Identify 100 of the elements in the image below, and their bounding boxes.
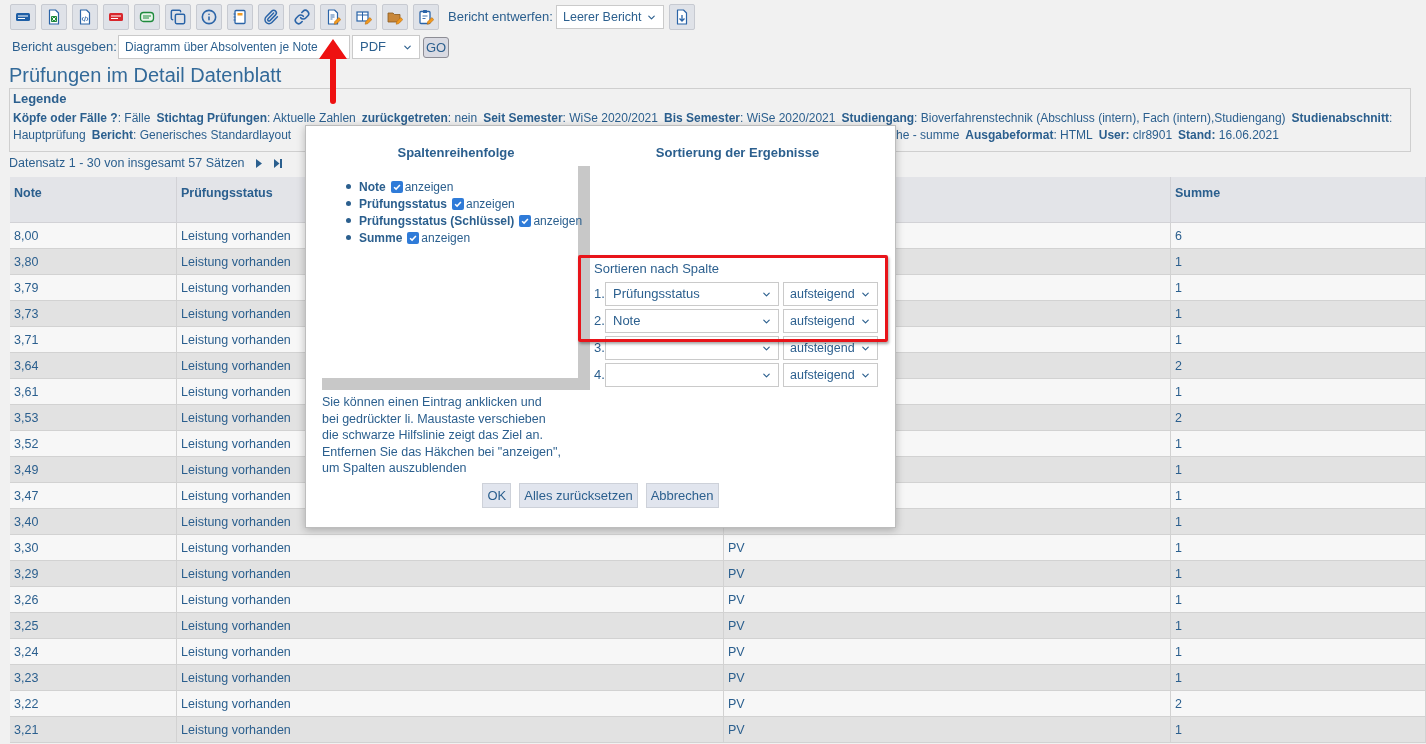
sort-column-select[interactable]: Note <box>605 309 779 333</box>
sort-order-select[interactable]: aufsteigend <box>783 309 878 333</box>
page-title: Prüfungen im Detail Datenblatt <box>9 63 282 88</box>
table-cell: PV <box>724 691 1171 717</box>
table-cell: PV <box>724 561 1171 587</box>
table-cell: 1 <box>1171 509 1426 535</box>
table-cell: 1 <box>1171 665 1426 691</box>
checkbox[interactable] <box>407 231 420 244</box>
sort-rank: 1. <box>594 285 605 304</box>
sort-label: Sortieren nach Spalte <box>594 261 720 276</box>
show-label: anzeigen <box>404 178 454 196</box>
table-cell: Leistung vorhanden <box>177 535 724 561</box>
toolbar-button[interactable] <box>669 4 695 30</box>
report-select[interactable]: Diagramm über Absolventen je Note <box>118 35 350 59</box>
toolbar-button[interactable] <box>382 4 408 30</box>
column-name[interactable]: Note <box>359 177 386 196</box>
table-cell: 2 <box>1171 353 1426 379</box>
document-pencil-icon <box>325 9 341 25</box>
dialog-button[interactable]: OK <box>482 483 512 508</box>
toolbar-button[interactable] <box>10 4 36 30</box>
show-label: anzeigen <box>466 195 515 213</box>
checkbox[interactable] <box>452 197 464 210</box>
table-cell: 3,79 <box>10 275 177 301</box>
table-cell: 3,24 <box>10 639 177 665</box>
toolbar-button[interactable] <box>165 4 191 30</box>
table-cell: Leistung vorhanden <box>177 561 724 587</box>
legend-entry: Seit Semester: WiSe 2020/2021 <box>483 111 658 125</box>
table-cell: 3,25 <box>10 613 177 639</box>
design-label: Bericht entwerfen: <box>448 8 551 27</box>
table-cell: 3,61 <box>10 379 177 405</box>
legend-title: Legende <box>13 91 67 106</box>
bullet-icon <box>346 218 351 223</box>
toolbar-button[interactable] <box>289 4 315 30</box>
spreadsheet-file-icon <box>46 9 62 25</box>
legend-entry: Köpfe oder Fälle ?: Fälle <box>13 111 151 125</box>
legend-entry: Bericht: Generisches Standardlayout <box>91 128 292 142</box>
table-header-cell: Summe <box>1171 177 1426 223</box>
table-cell: 8,00 <box>10 223 177 249</box>
checkbox[interactable] <box>519 214 532 227</box>
go-button[interactable]: GO <box>423 36 450 58</box>
legend-entry: Studiengang: Bioverfahrenstechnik (Abschluss (intern), Fach (intern),Studiengang) <box>841 111 1286 125</box>
table-cell: 3,40 <box>10 509 177 535</box>
annotation-arrow <box>319 39 347 104</box>
sorting-title: Sortierung der Ergebnisse <box>655 145 820 161</box>
table-cell: PV <box>724 613 1171 639</box>
toolbar-button[interactable] <box>196 4 222 30</box>
sort-column-select[interactable]: Prüfungsstatus <box>605 282 779 306</box>
column-name[interactable]: Summe <box>359 228 403 247</box>
copy-icon <box>170 9 186 25</box>
legend-entry: User: clr8901 <box>1098 128 1173 142</box>
dialog-button[interactable]: Alles zurücksetzen <box>519 483 638 508</box>
table-cell: 1 <box>1171 431 1426 457</box>
table-cell: PV <box>724 587 1171 613</box>
column-name[interactable]: Prüfungsstatus <box>359 194 447 213</box>
toolbar-button[interactable] <box>258 4 284 30</box>
table-cell: PV <box>724 665 1171 691</box>
dialog-button[interactable]: Abbrechen <box>645 483 719 508</box>
legend-entry: Hauptprüfung <box>13 128 86 142</box>
table-cell: 3,30 <box>10 535 177 561</box>
design-select[interactable]: Leerer Bericht <box>556 5 664 29</box>
clipboard-pencil-icon <box>418 9 434 25</box>
sort-order-select[interactable]: aufsteigend <box>783 363 878 387</box>
info-icon <box>201 9 217 25</box>
show-label: anzeigen <box>421 229 471 247</box>
toolbar-button[interactable] <box>413 4 439 30</box>
legend-entry: Stand: 16.06.2021 <box>1178 128 1279 142</box>
next-page-icon[interactable] <box>255 158 262 168</box>
toolbar-button[interactable] <box>227 4 253 30</box>
table-cell: 2 <box>1171 691 1426 717</box>
sort-order-select[interactable]: aufsteigend <box>783 282 878 306</box>
table-cell: Leistung vorhanden <box>177 587 724 613</box>
table-cell: 1 <box>1171 249 1426 275</box>
record-count: Datensatz 1 - 30 von insgesamt 57 Sätzen <box>9 154 245 172</box>
column-order-title: Spaltenreihenfolge <box>397 145 515 161</box>
toolbar-button[interactable] <box>351 4 377 30</box>
toolbar-button[interactable] <box>134 4 160 30</box>
label-icon <box>139 9 155 25</box>
toolbar-button[interactable] <box>103 4 129 30</box>
toolbar-button[interactable] <box>72 4 98 30</box>
table-cell: 1 <box>1171 301 1426 327</box>
table-cell: 3,29 <box>10 561 177 587</box>
last-page-icon[interactable] <box>273 158 282 168</box>
table-cell: PV <box>724 717 1171 743</box>
format-select[interactable]: PDF <box>352 35 420 59</box>
table-cell: 3,23 <box>10 665 177 691</box>
table-cell: Leistung vorhanden <box>177 613 724 639</box>
toolbar-button[interactable] <box>320 4 346 30</box>
toolbar-button[interactable] <box>41 4 67 30</box>
table-cell: 3,21 <box>10 717 177 743</box>
sort-column-select[interactable] <box>605 336 779 360</box>
sort-order-select[interactable]: aufsteigend <box>783 336 878 360</box>
table-cell: 1 <box>1171 535 1426 561</box>
legend-entry: he - summe <box>896 128 960 142</box>
table-cell: 1 <box>1171 379 1426 405</box>
table-cell: 3,49 <box>10 457 177 483</box>
table-cell: Leistung vorhanden <box>177 717 724 743</box>
checkbox[interactable] <box>390 180 403 193</box>
table-cell: 6 <box>1171 223 1426 249</box>
table-cell: PV <box>724 535 1171 561</box>
table-cell: 1 <box>1171 717 1426 743</box>
